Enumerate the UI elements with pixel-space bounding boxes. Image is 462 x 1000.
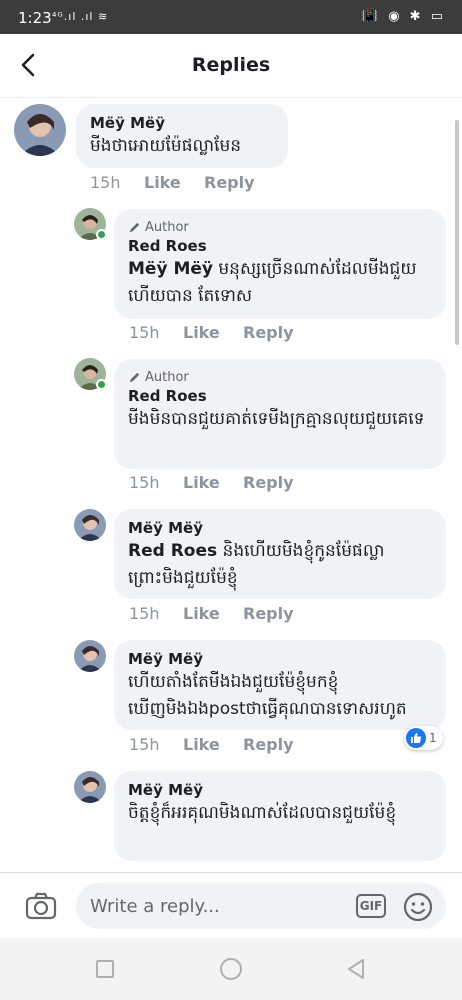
author-badge-label: Author — [145, 369, 189, 385]
comment-actions: 15h Like Reply — [90, 173, 255, 192]
system-navigation-bar — [0, 938, 462, 1000]
comment-actions: 15h Like Reply — [129, 473, 294, 492]
online-status-icon — [96, 379, 107, 390]
avatar[interactable] — [74, 640, 106, 672]
like-button[interactable]: Like — [183, 604, 243, 623]
comment-bubble[interactable]: Mëÿ Mëÿ Red Roes និងហើយមិងខ្ញុំកូនម៉ែផល្… — [114, 509, 446, 599]
comment-bubble[interactable]: Mëÿ Mëÿ មីងថាអោយម៉ែផល្លាមែន — [76, 104, 288, 168]
avatar[interactable] — [14, 104, 66, 156]
comment-author[interactable]: Mëÿ Mëÿ — [128, 780, 432, 800]
comment-bubble[interactable]: Mëÿ Mëÿ ចិត្តខ្ញុំក៏អរគុណមិងណាស់ដែលបានជួ… — [114, 771, 446, 861]
scrollbar[interactable] — [455, 120, 459, 345]
reaction-badge[interactable]: 1 — [404, 726, 443, 750]
comment-text: Red Roes និងហើយមិងខ្ញុំកូនម៉ែផល្លា ព្រោះ… — [128, 538, 432, 592]
comment-actions: 15h Like Reply — [129, 735, 294, 754]
comment-text: Mëÿ Mëÿ មនុស្សច្រើនណាស់ដែលមីងជួយហើយបាន ត… — [128, 256, 432, 310]
like-button[interactable]: Like — [144, 173, 204, 192]
reply-button[interactable]: Reply — [243, 735, 294, 754]
comment-time: 15h — [129, 323, 160, 342]
signal-icons: ⁴ᴳ.ıl .ıl ≋ — [52, 10, 109, 23]
reply-button[interactable]: Reply — [243, 473, 294, 492]
comment-time: 15h — [129, 735, 160, 754]
comment-author[interactable]: Red Roes — [128, 386, 432, 406]
reply-button[interactable]: Reply — [243, 323, 294, 342]
like-button[interactable]: Like — [183, 473, 243, 492]
comment-author[interactable]: Mëÿ Mëÿ — [128, 649, 432, 669]
author-badge: Author — [128, 368, 432, 386]
comment-bubble[interactable]: Author Red Roes មីងមិនបានជួយគាត់ទេមីងក្រ… — [114, 359, 446, 469]
comment-actions: 15h Like Reply — [129, 604, 294, 623]
status-time: 1:23 — [18, 9, 52, 27]
thumbs-up-icon — [406, 728, 426, 748]
page-title: Replies — [191, 54, 271, 76]
comment-author[interactable]: Mëÿ Mëÿ — [128, 518, 432, 538]
comment-time: 15h — [129, 473, 160, 492]
pencil-icon — [129, 222, 140, 232]
comment-time: 15h — [129, 604, 160, 623]
reply-button[interactable]: Reply — [204, 173, 255, 192]
comment-text: ចិត្តខ្ញុំក៏អរគុណមិងណាស់ដែលបានជួយម៉ែខ្ញុ… — [128, 803, 397, 823]
mention-link[interactable]: Red Roes — [128, 541, 217, 561]
reply-button[interactable]: Reply — [243, 604, 294, 623]
reply-input[interactable] — [76, 883, 446, 929]
avatar[interactable] — [74, 771, 106, 803]
reply-composer: GIF — [0, 872, 462, 938]
author-badge-label: Author — [145, 219, 189, 235]
comment-text: មីងមិនបានជួយគាត់ទេមីងក្រគ្មានលុយជួយគេទេ — [128, 409, 425, 429]
home-icon[interactable] — [220, 958, 242, 980]
comment-author[interactable]: Red Roes — [128, 236, 432, 256]
comment-bubble[interactable]: Author Red Roes Mëÿ Mëÿ មនុស្សច្រើនណាស់ដ… — [114, 209, 446, 319]
gif-button[interactable]: GIF — [356, 894, 386, 918]
comment-text: ហើយតាំងតែមីងឯងជួយម៉ែខ្ញុំមកខ្ញុំឃើញមិងឯង… — [128, 672, 407, 719]
camera-icon[interactable] — [24, 889, 58, 923]
header: Replies — [0, 34, 462, 98]
system-icons: 📳 ◉ ✱ ▭ — [361, 9, 446, 24]
mention-link[interactable]: Mëÿ Mëÿ — [128, 259, 213, 279]
system-back-icon[interactable] — [344, 957, 368, 981]
reaction-count: 1 — [429, 731, 437, 745]
like-button[interactable]: Like — [183, 735, 243, 754]
comment-time: 15h — [90, 173, 121, 192]
pencil-icon — [129, 372, 140, 382]
status-bar: 1:23 ⁴ᴳ.ıl .ıl ≋ 📳 ◉ ✱ ▭ — [0, 0, 462, 34]
comment-text: មីងថាអោយម៉ែផល្លាមែន — [90, 136, 242, 156]
avatar[interactable] — [74, 509, 106, 541]
like-button[interactable]: Like — [183, 323, 243, 342]
comment-author[interactable]: Mëÿ Mëÿ — [90, 113, 274, 133]
comment-actions: 15h Like Reply — [129, 323, 294, 342]
author-badge: Author — [128, 218, 432, 236]
online-status-icon — [96, 229, 107, 240]
comment-bubble[interactable]: Mëÿ Mëÿ ហើយតាំងតែមីងឯងជួយម៉ែខ្ញុំមកខ្ញុំ… — [114, 640, 446, 730]
emoji-icon[interactable] — [403, 892, 433, 922]
recent-apps-icon[interactable] — [96, 960, 114, 978]
